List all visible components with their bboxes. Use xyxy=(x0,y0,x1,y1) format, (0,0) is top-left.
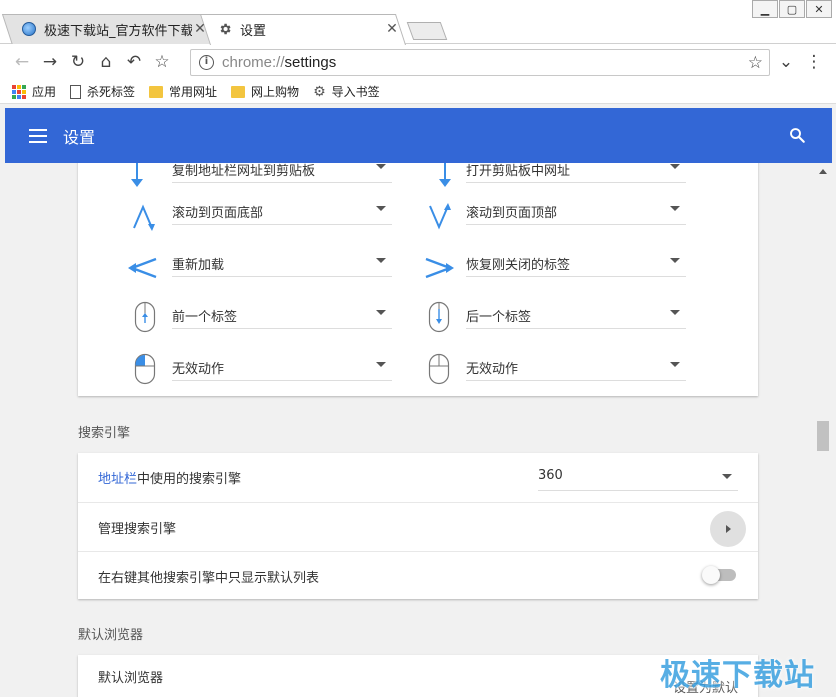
gesture-select-open-clipboard[interactable]: 打开剪贴板中网址 xyxy=(466,163,686,183)
default-browser-card: 默认浏览器 设置为默认 xyxy=(78,655,758,697)
arrow-down-icon xyxy=(122,163,152,189)
right-angle-gesture-icon xyxy=(424,253,454,283)
dropdown-arrow-icon xyxy=(376,206,386,211)
page-icon xyxy=(70,84,82,99)
chevron-right-icon[interactable] xyxy=(710,511,746,547)
search-icon[interactable] xyxy=(788,126,806,144)
down-up-gesture-icon xyxy=(424,202,454,232)
folder-icon xyxy=(231,85,246,98)
maximize-button[interactable]: ▢ xyxy=(779,0,805,18)
bookmark-common-sites[interactable]: 常用网址 xyxy=(149,83,217,100)
gesture-select-scroll-bottom[interactable]: 滚动到页面底部 xyxy=(172,195,392,225)
dropdown-arrow-icon xyxy=(376,164,386,169)
dropdown-arrow-icon xyxy=(376,362,386,367)
gear-icon xyxy=(220,23,231,35)
dropdown-arrow-icon xyxy=(670,164,680,169)
default-browser-section-title: 默认浏览器 xyxy=(78,628,144,643)
gear-icon: ⚙ xyxy=(313,83,326,100)
url-text[interactable]: chrome://settings xyxy=(222,54,748,71)
bookmark-star-button[interactable]: ☆ xyxy=(148,48,176,76)
mouse-scroll-up-icon xyxy=(130,301,160,333)
dropdown-arrow-icon xyxy=(670,206,680,211)
tab-title: 设置 xyxy=(240,23,267,39)
search-engine-card: 地址栏中使用的搜索引擎 360 管理搜索引擎 在右键其他搜索引擎中只显示默认列表 xyxy=(78,453,758,599)
folder-icon xyxy=(149,85,164,98)
context-menu-default-row: 在右键其他搜索引擎中只显示默认列表 xyxy=(78,551,758,600)
mouse-gesture-card: 复制地址栏网址到剪贴板 滚动到页面底部 重新加载 前一个标签 无效动作 打开剪贴… xyxy=(78,163,758,396)
site-favicon-icon xyxy=(22,22,36,36)
page-scrollbar[interactable] xyxy=(815,163,832,697)
reload-button[interactable]: ↻ xyxy=(64,48,92,76)
dropdown-arrow-icon xyxy=(670,258,680,263)
gesture-select-scroll-top[interactable]: 滚动到页面顶部 xyxy=(466,195,686,225)
mouse-left-click-icon xyxy=(130,353,160,385)
tab-settings[interactable]: 设置 ✕ xyxy=(218,14,400,44)
star-icon[interactable]: ☆ xyxy=(748,53,763,73)
toolbar: ← → ↻ ⌂ ↶ ☆ i chrome://settings ☆ ⌄ ⋮ xyxy=(0,44,836,80)
search-engine-section-title: 搜索引擎 xyxy=(78,426,131,441)
bookmark-import[interactable]: ⚙ 导入书签 xyxy=(313,83,380,100)
close-icon[interactable]: ✕ xyxy=(384,21,400,37)
address-bar[interactable]: i chrome://settings ☆ xyxy=(190,49,770,76)
tab-downloads[interactable]: 极速下载站_官方软件下载 ✕ xyxy=(22,14,208,44)
undo-close-button[interactable]: ↶ xyxy=(120,48,148,76)
manage-search-engines-row[interactable]: 管理搜索引擎 xyxy=(78,502,758,551)
apps-icon xyxy=(12,84,26,99)
bookmark-apps[interactable]: 应用 xyxy=(12,83,56,100)
new-tab-button[interactable] xyxy=(406,22,448,40)
gesture-select-noop-left[interactable]: 无效动作 xyxy=(172,351,392,381)
gesture-select-reload[interactable]: 重新加载 xyxy=(172,247,392,277)
gesture-select-prev-tab[interactable]: 前一个标签 xyxy=(172,299,392,329)
gesture-select-copy-url[interactable]: 复制地址栏网址到剪贴板 xyxy=(172,163,392,183)
info-icon[interactable]: i xyxy=(199,55,214,70)
gesture-select-noop-right[interactable]: 无效动作 xyxy=(466,351,686,381)
dropdown-arrow-icon xyxy=(376,258,386,263)
page-title: 设置 xyxy=(63,127,96,147)
address-bar-link[interactable]: 地址栏 xyxy=(98,472,137,487)
site-watermark: 极速下载站 xyxy=(660,658,815,693)
gesture-select-restore-tab[interactable]: 恢复刚关闭的标签 xyxy=(466,247,686,277)
gesture-select-next-tab[interactable]: 后一个标签 xyxy=(466,299,686,329)
address-bar-engine-row: 地址栏中使用的搜索引擎 360 xyxy=(78,453,758,502)
left-angle-gesture-icon xyxy=(128,253,158,283)
back-button[interactable]: ← xyxy=(8,48,36,76)
mouse-icon xyxy=(424,353,454,385)
tab-title: 极速下载站_官方软件下载 xyxy=(44,23,192,39)
context-menu-default-toggle[interactable] xyxy=(702,566,736,584)
minimize-button[interactable]: ▁ xyxy=(752,0,778,18)
extensions-chevron-icon[interactable]: ⌄ xyxy=(772,48,800,76)
window-controls: ▁ ▢ ✕ xyxy=(751,0,832,18)
dropdown-arrow-icon xyxy=(722,474,732,479)
settings-header: 设置 xyxy=(5,108,832,163)
bookmarks-bar: 应用 杀死标签 常用网址 网上购物 ⚙ 导入书签 xyxy=(0,80,836,104)
dropdown-arrow-icon xyxy=(670,362,680,367)
bookmark-kill-tabs[interactable]: 杀死标签 xyxy=(70,83,135,100)
search-engine-select[interactable]: 360 xyxy=(538,463,738,491)
menu-dots-icon[interactable]: ⋮ xyxy=(800,48,828,76)
default-browser-row: 默认浏览器 设置为默认 xyxy=(98,671,738,696)
scrollbar-thumb[interactable] xyxy=(817,421,829,451)
menu-icon[interactable] xyxy=(29,128,47,143)
dropdown-arrow-icon xyxy=(670,310,680,315)
close-window-button[interactable]: ✕ xyxy=(806,0,832,18)
close-icon[interactable]: ✕ xyxy=(192,21,208,37)
forward-button[interactable]: → xyxy=(36,48,64,76)
scroll-up-icon[interactable] xyxy=(819,169,827,174)
title-bar: 极速下载站_官方软件下载 ✕ 设置 ✕ ▁ ▢ ✕ xyxy=(0,0,836,45)
home-button[interactable]: ⌂ xyxy=(92,48,120,76)
arrow-down-icon xyxy=(430,163,460,189)
dropdown-arrow-icon xyxy=(376,310,386,315)
settings-content: 复制地址栏网址到剪贴板 滚动到页面底部 重新加载 前一个标签 无效动作 打开剪贴… xyxy=(5,163,815,697)
mouse-scroll-down-icon xyxy=(424,301,454,333)
bookmark-shopping[interactable]: 网上购物 xyxy=(231,83,299,100)
up-down-gesture-icon xyxy=(128,202,158,232)
